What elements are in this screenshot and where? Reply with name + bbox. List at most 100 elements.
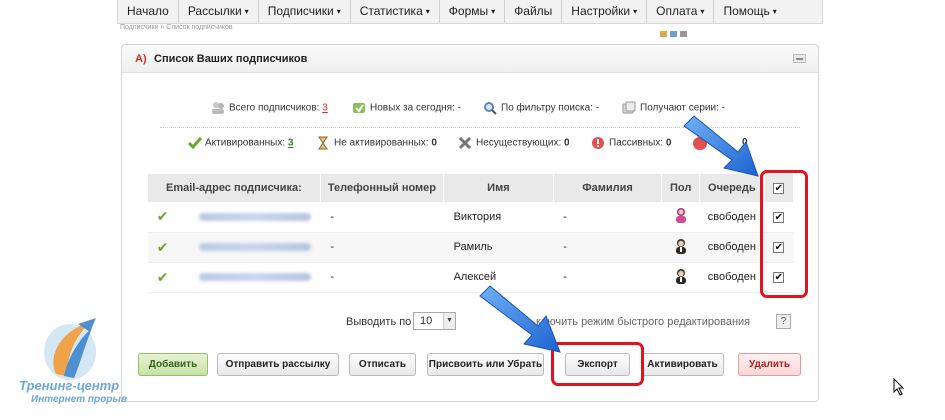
stat-nonexistent-label: Несуществующих: xyxy=(476,137,562,149)
nav-item-label: Оплата xyxy=(656,4,698,18)
stat-not-activated: Не активированных: 0 xyxy=(316,136,437,150)
stat-total-value[interactable]: 3 xyxy=(322,103,328,114)
stat-nonexistent: Несуществующих: 0 xyxy=(458,136,570,150)
nav-item-label: Рассылки xyxy=(187,4,242,18)
stat-new-today-value: - xyxy=(457,102,461,114)
caret-down-icon: ▾ xyxy=(491,7,496,16)
panel-title: Список Ваших подписчиков xyxy=(154,53,308,65)
stat-total: Всего подписчиков: 3 xyxy=(211,101,328,115)
header-name[interactable]: Имя xyxy=(443,174,554,202)
row-sex xyxy=(661,202,700,233)
nav-item-label: Формы xyxy=(448,4,489,18)
stat-passive-value: 0 xyxy=(665,137,672,149)
unsubscribe-button[interactable]: Отписать xyxy=(349,353,416,376)
collapse-icon[interactable] xyxy=(793,54,806,63)
header-phone[interactable]: Телефонный номер xyxy=(320,174,445,202)
warning-icon xyxy=(591,136,605,150)
header-email[interactable]: Email-адрес подписчика: xyxy=(148,174,321,202)
row-email[interactable] xyxy=(177,202,321,233)
help-button[interactable]: ? xyxy=(776,314,791,329)
row-queue: свободен xyxy=(699,232,765,263)
table-row[interactable]: ✔ - Алексей - свободен ✔ xyxy=(148,262,794,293)
stat-nonexistent-value: 0 xyxy=(564,137,570,149)
row-surname: - xyxy=(553,232,662,263)
people-icon xyxy=(211,101,225,115)
stat-activated-value[interactable]: 3 xyxy=(288,138,294,149)
stat-new-today-label: Новых за сегодня: xyxy=(370,102,455,114)
caret-down-icon: ▾ xyxy=(772,7,777,16)
top-menu: Начало Рассылки ▾ Подписчики ▾ Статистика ▾ Фор… xyxy=(117,0,823,24)
stat-by-filter-label: По фильтру поиска: xyxy=(501,102,593,114)
table-row[interactable]: ✔ - Рамиль - свободен ✔ xyxy=(148,232,794,263)
panel-header: A) Список Ваших подписчиков xyxy=(122,45,818,73)
info-icon xyxy=(670,31,677,37)
male-avatar-icon xyxy=(674,238,688,257)
stat-total-label: Всего подписчиков: xyxy=(229,102,320,114)
row-status: ✔ xyxy=(148,232,178,263)
male-avatar-icon xyxy=(674,268,688,287)
flag-icon xyxy=(660,31,667,37)
row-phone: - xyxy=(320,262,444,293)
logo-title: Тренинг-центр xyxy=(19,378,120,393)
email-blurred xyxy=(199,243,312,252)
table-row[interactable]: ✔ - Виктория - свободен ✔ xyxy=(148,202,794,233)
nav-item-label: Настройки xyxy=(571,4,631,18)
row-surname: - xyxy=(553,202,662,233)
row-sex xyxy=(661,232,700,263)
row-phone: - xyxy=(320,232,444,263)
row-name: Виктория xyxy=(443,202,554,233)
nav-item-8[interactable]: Помощь ▾ xyxy=(714,0,785,23)
panel-letter: A) xyxy=(135,53,147,65)
header-surname[interactable]: Фамилия xyxy=(553,174,663,202)
nav-item-7[interactable]: Оплата ▾ xyxy=(647,0,715,23)
logo-subtitle: Интернет прорыв xyxy=(31,394,127,405)
hourglass-icon xyxy=(316,136,330,150)
nav-item-label: Помощь xyxy=(723,4,770,18)
row-email[interactable] xyxy=(177,262,321,293)
stat-activated: Активированных: 3 xyxy=(187,136,293,150)
stat-by-filter-value: - xyxy=(595,102,600,114)
row-email[interactable] xyxy=(177,232,321,263)
row-phone: - xyxy=(320,202,444,233)
row-sex xyxy=(661,262,700,293)
nav-item-label: Статистика xyxy=(359,4,423,18)
delete-button[interactable]: Удалить xyxy=(738,353,801,376)
nav-item-0[interactable]: Начало xyxy=(118,0,179,23)
nav-item-label: Подписчики xyxy=(267,4,334,18)
add-button[interactable]: Добавить xyxy=(138,353,208,376)
series-icon xyxy=(622,101,636,115)
activate-button[interactable]: Активировать xyxy=(641,353,724,376)
nav-item-4[interactable]: Формы ▾ xyxy=(440,0,506,23)
breadcrumb: Подписчики » Список подписчиков xyxy=(120,24,233,31)
chevron-down-icon: ▼ xyxy=(443,313,455,329)
caret-down-icon: ▾ xyxy=(633,7,638,16)
header-icons xyxy=(660,24,694,37)
subscribers-table: Email-адрес подписчика: Телефонный номер… xyxy=(148,174,795,293)
checkmark-icon: ✔ xyxy=(156,268,169,285)
cross-icon xyxy=(458,136,472,150)
caret-down-icon: ▾ xyxy=(700,7,705,16)
nav-item-6[interactable]: Настройки ▾ xyxy=(562,0,648,23)
stat-activated-label: Активированных: xyxy=(205,137,286,149)
checkbox-column-highlight xyxy=(760,170,808,298)
checkmark-icon xyxy=(187,136,203,150)
per-page-value: 10 xyxy=(420,315,433,327)
stat-passive-label: Пассивных: xyxy=(609,137,664,149)
per-page-select[interactable]: 10 ▼ xyxy=(413,312,456,330)
per-page-label: Выводить по xyxy=(346,316,412,328)
row-status: ✔ xyxy=(148,202,178,233)
checkmark-icon: ✔ xyxy=(156,238,169,255)
nav-item-label: Файлы xyxy=(514,4,553,18)
search-icon xyxy=(483,101,497,115)
mouse-cursor-icon xyxy=(893,378,905,396)
nav-item-1[interactable]: Рассылки ▾ xyxy=(179,0,259,23)
caret-down-icon: ▾ xyxy=(244,7,249,16)
send-mailing-button[interactable]: Отправить рассылку xyxy=(217,353,339,376)
stat-not-activated-label: Не активированных: xyxy=(334,137,429,149)
nav-item-2[interactable]: Подписчики ▾ xyxy=(259,0,351,23)
arrow-to-checkboxes-icon xyxy=(683,115,759,177)
arrow-to-export-icon xyxy=(479,285,561,353)
nav-item-3[interactable]: Статистика ▾ xyxy=(351,0,440,23)
stat-not-activated-value: 0 xyxy=(431,137,437,149)
nav-item-5[interactable]: Файлы xyxy=(505,0,563,23)
